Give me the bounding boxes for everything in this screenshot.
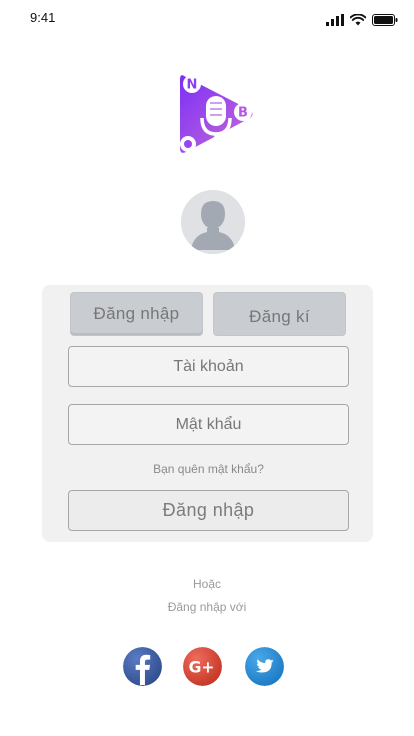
battery-icon bbox=[372, 14, 398, 26]
or-text: Hoặc bbox=[192, 577, 221, 591]
login-button[interactable]: Đăng nhập bbox=[68, 490, 349, 531]
avatar[interactable] bbox=[181, 190, 245, 254]
google-plus-icon[interactable]: G+ bbox=[183, 647, 222, 686]
wifi-icon bbox=[350, 14, 366, 26]
user-icon bbox=[181, 190, 245, 254]
username-field[interactable] bbox=[68, 346, 349, 387]
status-time: 9:41 bbox=[30, 10, 56, 25]
forgot-password-link[interactable]: Bạn quên mật khẩu? bbox=[68, 462, 349, 476]
facebook-icon[interactable] bbox=[123, 647, 162, 686]
svg-text:N: N bbox=[187, 78, 198, 93]
tab-login[interactable]: Đăng nhập bbox=[70, 292, 203, 336]
svg-text:B: B bbox=[238, 106, 248, 121]
username-input[interactable] bbox=[69, 346, 348, 387]
status-bar: 9:41 bbox=[0, 0, 414, 36]
app-logo: N B bbox=[180, 75, 253, 153]
status-icons bbox=[326, 14, 398, 26]
tab-register[interactable]: Đăng kí bbox=[213, 292, 346, 336]
twitter-icon[interactable] bbox=[245, 647, 284, 686]
password-input[interactable] bbox=[69, 404, 348, 445]
signal-icon bbox=[326, 14, 344, 26]
login-with-text: Đăng nhập với bbox=[167, 600, 247, 614]
password-field[interactable] bbox=[68, 404, 349, 445]
svg-text:G+: G+ bbox=[189, 658, 215, 676]
